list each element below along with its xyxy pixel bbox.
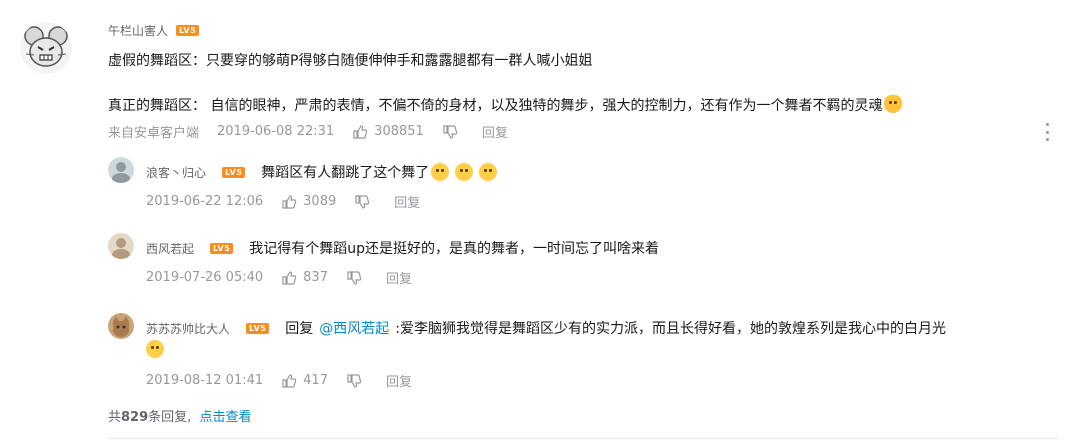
reply3-username[interactable]: 苏苏苏帅比大人	[146, 320, 230, 337]
reply1-avatar[interactable]	[108, 157, 134, 183]
main-level-badge: LV5	[176, 25, 200, 36]
reply2-reply-button[interactable]: 回复	[386, 268, 412, 287]
reply1-dislike-button[interactable]	[354, 194, 376, 210]
emoji-icon	[146, 340, 164, 358]
reply3-like-button[interactable]: 417	[281, 373, 328, 389]
view-more-link[interactable]: 点击查看	[199, 410, 251, 425]
thumb-down-icon	[347, 373, 362, 388]
more-options-icon[interactable]	[1046, 123, 1050, 141]
main-like-count: 308851	[374, 124, 424, 139]
reply1-header: 浪客丶归心 LV5 舞蹈区有人翻跳了这个舞了	[146, 162, 498, 182]
reply1-text: 舞蹈区有人翻跳了这个舞了	[261, 165, 430, 181]
reply3-emoji-row	[146, 340, 164, 359]
reply3-mention-link[interactable]: @西风若起	[319, 318, 389, 338]
reply3-reply-button[interactable]: 回复	[386, 371, 412, 390]
emoji-icon	[455, 163, 474, 181]
reply3-dislike-button[interactable]	[346, 373, 368, 389]
reply2-level-badge: LV5	[210, 242, 234, 254]
reply2-avatar[interactable]	[108, 233, 134, 259]
reply3-meta: 2019-08-12 01:41 417 回复	[146, 371, 430, 390]
reply-count-footer: 共829条回复, 点击查看	[108, 406, 251, 425]
thumb-down-icon	[355, 194, 370, 209]
thumb-up-icon	[282, 194, 297, 209]
footer-count: 829	[121, 410, 149, 425]
emoji-icon	[431, 163, 450, 181]
main-user-row: 午栏山害人 LV5	[108, 22, 200, 39]
mouse-avatar-icon	[24, 26, 68, 67]
main-time: 2019-06-08 22:31	[217, 124, 335, 139]
main-comment-line2: 真正的舞蹈区： 自信的眼神，严肃的表情，不偏不倚的身材，以及独特的舞步，强大的控…	[108, 98, 883, 114]
main-like-button[interactable]: 308851	[352, 124, 424, 140]
main-source: 来自安卓客户端	[108, 126, 200, 141]
reply2-like-button[interactable]: 837	[281, 270, 328, 286]
thumb-up-icon	[353, 124, 368, 139]
user-avatar-icon	[112, 162, 130, 183]
main-avatar[interactable]	[20, 22, 72, 74]
reply2-like-count: 837	[303, 270, 328, 285]
main-dislike-button[interactable]	[442, 124, 464, 140]
main-comment-line2-row: 真正的舞蹈区： 自信的眼神，严肃的表情，不偏不倚的身材，以及独特的舞步，强大的控…	[108, 95, 903, 115]
main-meta: 来自安卓客户端 2019-06-08 22:31 308851 回复	[108, 122, 526, 141]
section-divider	[108, 438, 1058, 439]
reply2-username[interactable]: 西风若起	[146, 240, 194, 257]
reply3-like-count: 417	[303, 373, 328, 388]
reply2-text: 我记得有个舞蹈up还是挺好的，是真的舞者，一时间忘了叫啥来着	[249, 241, 660, 257]
reply2-header: 西风若起 LV5 我记得有个舞蹈up还是挺好的，是真的舞者，一时间忘了叫啥来着	[146, 238, 659, 258]
reply1-like-count: 3089	[303, 194, 337, 209]
reply1-like-button[interactable]: 3089	[281, 194, 336, 210]
reply3-prefix: 回复	[285, 321, 314, 337]
reply3-level-badge: LV5	[246, 322, 270, 334]
thumb-down-icon	[443, 124, 458, 139]
cat-emoji-icon	[884, 95, 903, 113]
user-avatar-icon	[112, 238, 130, 259]
main-comment-line1: 虚假的舞蹈区：只要穿的够萌P得够白随便伸伸手和露露腿都有一群人喊小姐姐	[108, 53, 593, 69]
reply2-time: 2019-07-26 05:40	[146, 270, 264, 285]
reply2-dislike-button[interactable]	[346, 270, 368, 286]
reply1-reply-button[interactable]: 回复	[394, 192, 420, 211]
reply1-level-badge: LV5	[222, 166, 246, 178]
footer-prefix: 共	[108, 410, 122, 425]
cat-avatar-icon	[113, 316, 129, 337]
reply2-meta: 2019-07-26 05:40 837 回复	[146, 268, 430, 287]
reply1-username[interactable]: 浪客丶归心	[146, 164, 206, 181]
main-reply-button[interactable]: 回复	[482, 122, 508, 141]
footer-suffix: 条回复,	[148, 410, 192, 425]
thumb-down-icon	[347, 270, 362, 285]
main-username[interactable]: 午栏山害人	[108, 22, 168, 39]
reply3-avatar[interactable]	[108, 313, 134, 339]
thumb-up-icon	[282, 270, 297, 285]
reply3-text: :爱李脑狮我觉得是舞蹈区少有的实力派，而且长得好看，她的敦煌系列是我心中的白月光	[395, 321, 946, 337]
thumb-up-icon	[282, 373, 297, 388]
reply3-header: 苏苏苏帅比大人 LV5 回复 @西风若起 :爱李脑狮我觉得是舞蹈区少有的实力派，…	[146, 318, 946, 338]
reply3-time: 2019-08-12 01:41	[146, 373, 264, 388]
emoji-icon	[479, 163, 498, 181]
reply1-meta: 2019-06-22 12:06 3089 回复	[146, 192, 438, 211]
reply1-time: 2019-06-22 12:06	[146, 194, 264, 209]
